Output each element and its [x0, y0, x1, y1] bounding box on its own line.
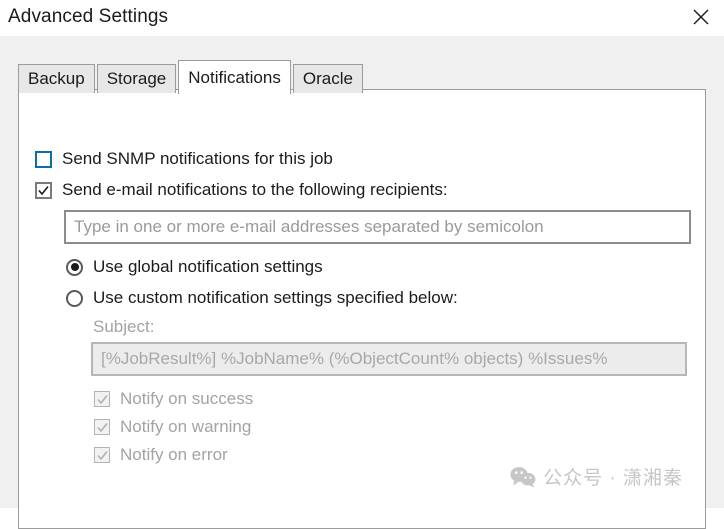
checkmark-icon [96, 450, 108, 460]
notify-success-label: Notify on success [120, 389, 254, 408]
snmp-checkbox[interactable] [35, 150, 52, 168]
close-button[interactable] [678, 0, 724, 34]
tab-oracle-label: Oracle [302, 69, 353, 88]
checkmark-icon [38, 185, 49, 195]
watermark-text: 公众号 · 潇湘秦 [543, 468, 683, 489]
recipients-input[interactable]: Type in one or more e-mail addresses sep… [64, 210, 691, 244]
global-settings-radio-row[interactable]: Use global notification settings [66, 257, 323, 277]
email-checkbox-row[interactable]: Send e-mail notifications to the followi… [35, 180, 448, 200]
email-checkbox[interactable] [35, 181, 52, 199]
close-icon [693, 9, 709, 25]
notify-warning-label: Notify on warning [120, 417, 252, 436]
dialog-body: Backup Storage Notifications Oracle Send… [0, 36, 724, 529]
tab-strip: Backup Storage Notifications Oracle [18, 60, 365, 94]
notify-error-label: Notify on error [120, 445, 228, 464]
recipients-placeholder: Type in one or more e-mail addresses sep… [74, 217, 544, 236]
notify-error-checkbox [94, 447, 110, 463]
custom-settings-radio-row[interactable]: Use custom notification settings specifi… [66, 288, 458, 308]
subject-label: Subject: [93, 317, 155, 336]
notify-warning-row: Notify on warning [94, 417, 251, 437]
subject-input: [%JobResult%] %JobName% (%ObjectCount% o… [91, 342, 687, 376]
notifications-panel: Send SNMP notifications for this job Sen… [18, 89, 706, 529]
notify-success-row: Notify on success [94, 389, 253, 409]
radio-dot-icon [70, 263, 79, 271]
notify-error-row: Notify on error [94, 445, 228, 465]
tab-backup[interactable]: Backup [18, 64, 95, 93]
checkmark-icon [96, 394, 108, 404]
tab-notifications-label: Notifications [188, 67, 281, 87]
tab-backup-label: Backup [28, 69, 85, 88]
wechat-icon [510, 466, 536, 488]
custom-settings-label: Use custom notification settings specifi… [93, 288, 458, 307]
email-checkbox-label: Send e-mail notifications to the followi… [62, 180, 448, 199]
snmp-checkbox-row[interactable]: Send SNMP notifications for this job [35, 149, 333, 169]
tab-storage[interactable]: Storage [96, 64, 177, 93]
tab-storage-label: Storage [106, 69, 167, 88]
title-bar: Advanced Settings [0, 0, 724, 36]
watermark: 公众号 · 潇湘秦 [510, 463, 683, 490]
snmp-checkbox-label: Send SNMP notifications for this job [62, 149, 333, 168]
checkmark-icon [96, 422, 108, 432]
notify-success-checkbox [94, 391, 110, 407]
page-title: Advanced Settings [8, 6, 169, 27]
global-settings-radio[interactable] [66, 258, 83, 276]
custom-settings-radio[interactable] [66, 289, 83, 307]
global-settings-label: Use global notification settings [93, 257, 323, 276]
tab-oracle[interactable]: Oracle [292, 64, 363, 93]
subject-input-value: [%JobResult%] %JobName% (%ObjectCount% o… [101, 349, 608, 368]
notify-warning-checkbox [94, 419, 110, 435]
tab-notifications[interactable]: Notifications [178, 60, 291, 94]
